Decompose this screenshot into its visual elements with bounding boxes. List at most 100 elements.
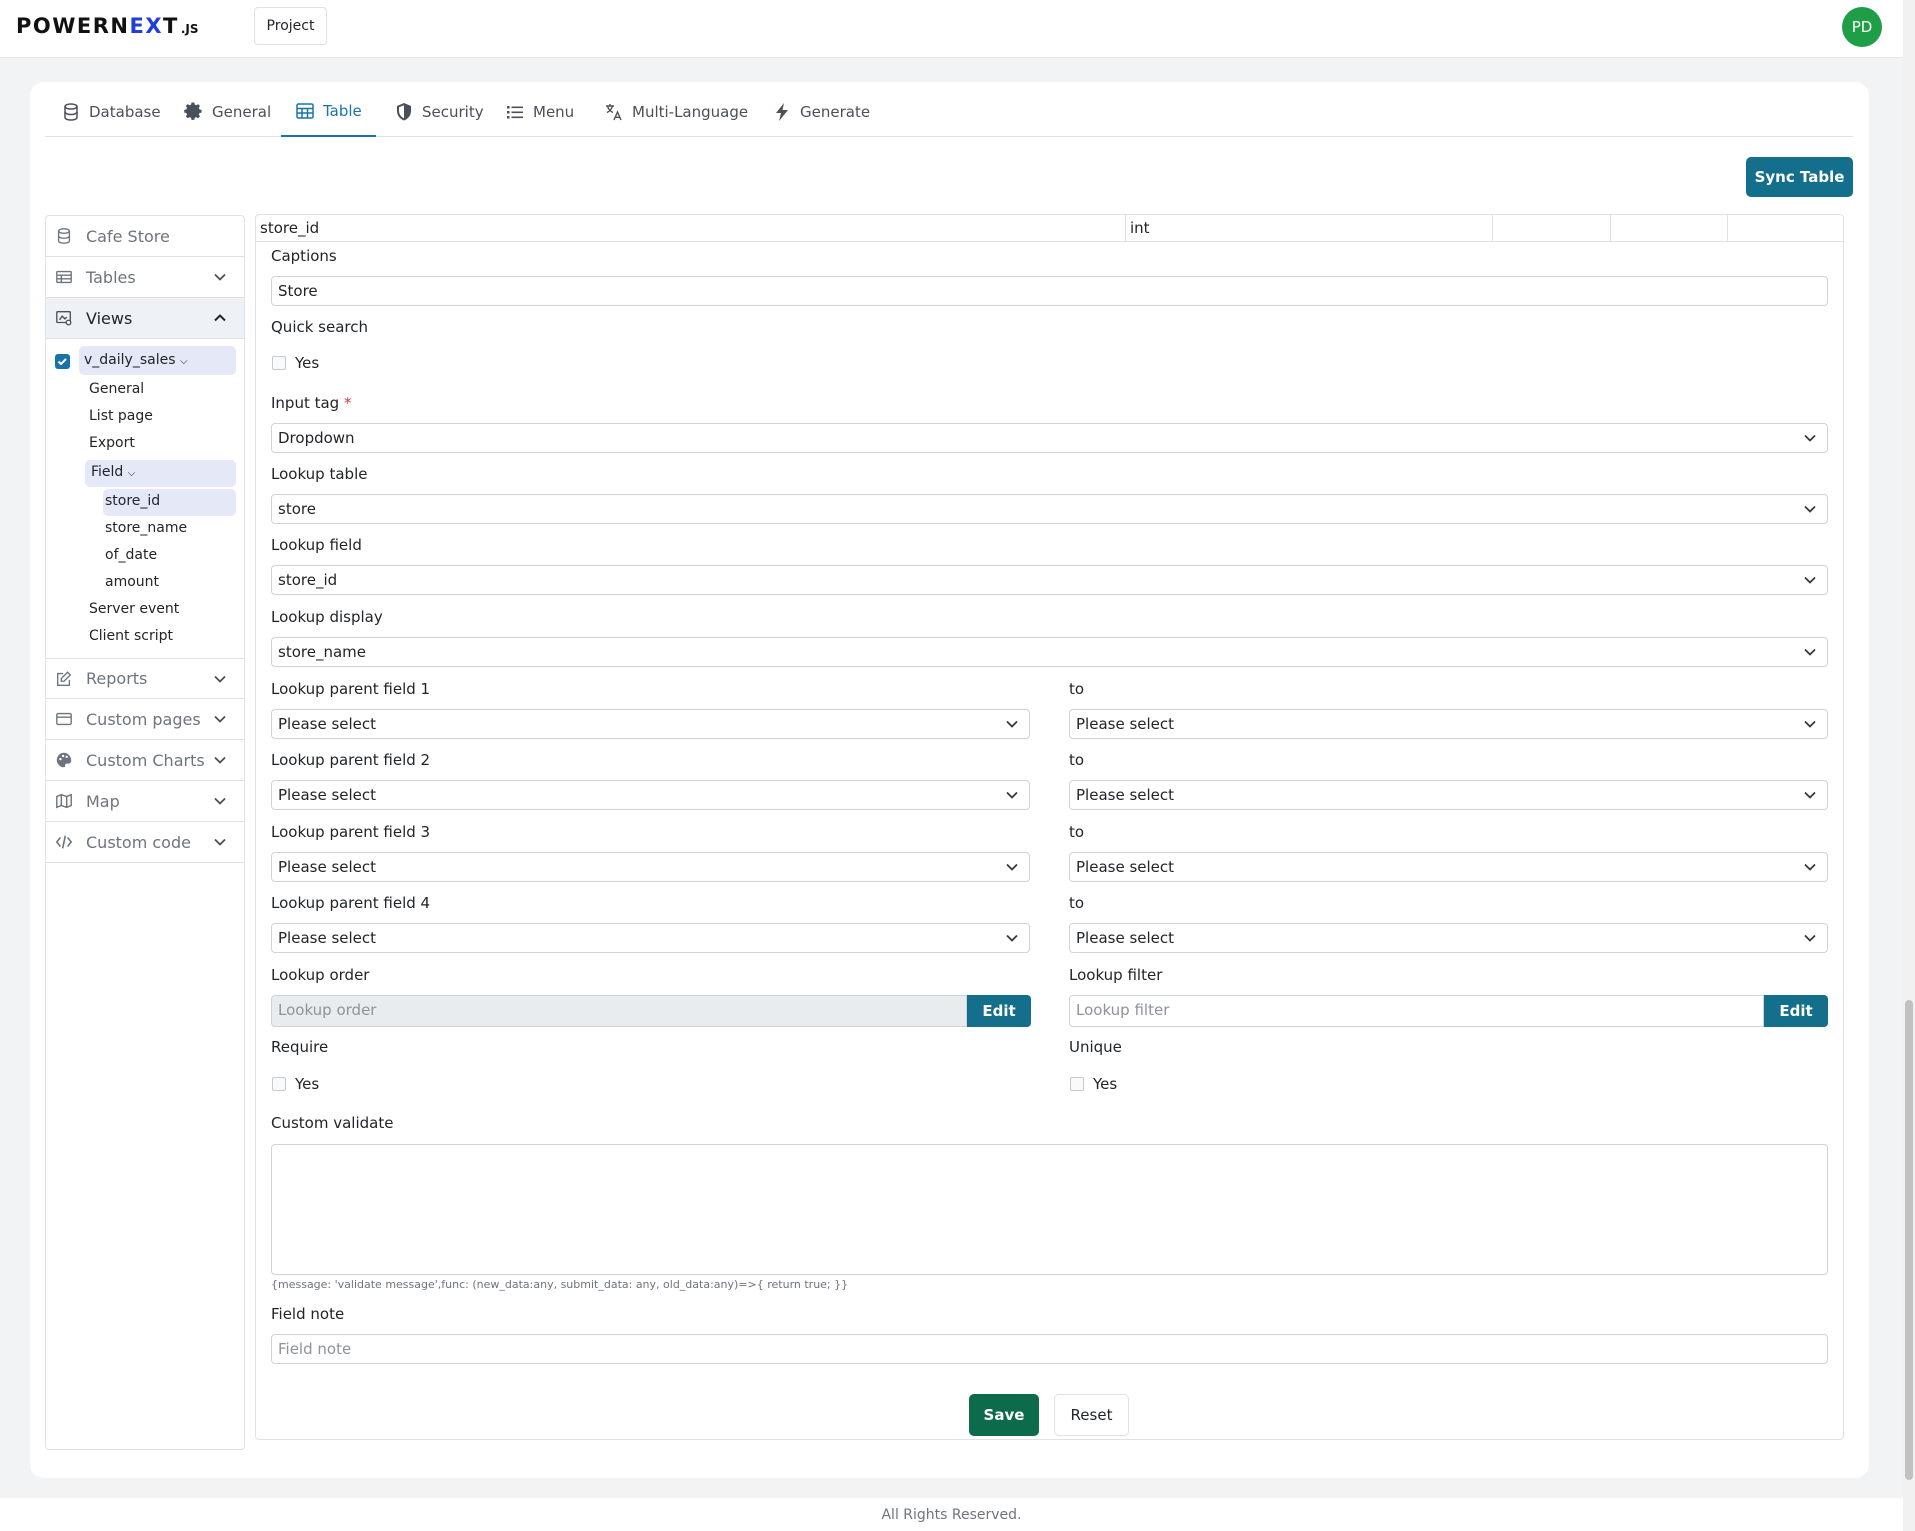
chevron-down-icon — [1006, 791, 1018, 799]
view-checkbox[interactable] — [55, 354, 70, 369]
reset-button[interactable]: Reset — [1054, 1394, 1129, 1436]
field-type-cell: int — [1126, 215, 1493, 242]
lookup-table-select[interactable]: store — [271, 494, 1828, 524]
lookup-field-label: Lookup field — [271, 536, 362, 554]
field-note-label: Field note — [271, 1305, 345, 1323]
lookup-parent-field-1-select[interactable]: Please select — [271, 709, 1030, 739]
view-item-list-page[interactable]: List page — [89, 408, 153, 424]
lookup-parent-field-1-to-select[interactable]: Please select — [1069, 709, 1828, 739]
code-icon — [55, 835, 73, 849]
quick-search-checkbox[interactable] — [272, 356, 286, 370]
lookup-field-select[interactable]: store_id — [271, 565, 1828, 595]
tab-security[interactable]: Security — [394, 87, 484, 137]
sidebar-item-label: Reports — [86, 669, 148, 688]
field-item-store-name[interactable]: store_name — [105, 520, 187, 536]
list-icon — [507, 106, 523, 119]
lookup-parent-field-1-label: Lookup parent field 1 — [271, 680, 431, 698]
lookup-parent-field-2-select[interactable]: Please select — [271, 780, 1030, 810]
tab-general[interactable]: General — [184, 87, 271, 137]
footer: All Rights Reserved. — [0, 1498, 1903, 1531]
save-button[interactable]: Save — [969, 1394, 1039, 1436]
field-group-label: Field ⌵ — [91, 464, 136, 480]
field-extra-cell — [1611, 215, 1728, 242]
lookup-display-select[interactable]: store_name — [271, 637, 1828, 667]
chevron-down-icon — [1804, 434, 1816, 442]
sidebar-item-label: Custom code — [86, 832, 191, 852]
check-icon — [57, 358, 67, 366]
unique-checkbox[interactable] — [1070, 1077, 1084, 1091]
view-item-general[interactable]: General — [89, 381, 144, 397]
lookup-filter-input[interactable]: Lookup filter — [1069, 995, 1764, 1027]
field-item-amount[interactable]: amount — [105, 574, 159, 590]
sidebar-item-label: Custom Charts — [86, 750, 205, 770]
chevron-down-icon — [1804, 576, 1816, 584]
project-button[interactable]: Project — [254, 7, 327, 45]
captions-input[interactable]: Store — [271, 276, 1828, 306]
chevron-down-icon — [214, 273, 226, 281]
lookup-parent-field-2-label: Lookup parent field 2 — [271, 751, 431, 769]
lookup-order-edit-button[interactable]: Edit — [967, 995, 1031, 1027]
sidebar-item-tables[interactable]: Tables — [46, 257, 244, 298]
sidebar-item-custom-charts[interactable]: Custom Charts — [46, 740, 244, 781]
lookup-parent-field-4-to-select[interactable]: Please select — [1069, 923, 1828, 953]
sidebar-item-custom-code[interactable]: Custom code — [46, 822, 244, 863]
custom-validate-textarea[interactable] — [271, 1144, 1828, 1275]
sidebar-item-label: Map — [86, 791, 120, 811]
tab-multi-language[interactable]: Multi-Language — [604, 87, 748, 137]
tab-label: General — [212, 103, 272, 121]
map-icon — [56, 793, 72, 809]
lookup-parent-field-3-select[interactable]: Please select — [271, 852, 1030, 882]
lookup-parent-field-3-to-select[interactable]: Please select — [1069, 852, 1828, 882]
tab-table[interactable]: Table — [281, 87, 376, 137]
chevron-down-icon — [1006, 720, 1018, 728]
field-extra-cell — [1493, 215, 1611, 242]
sidebar-item-views[interactable]: Views — [46, 298, 244, 339]
chevron-down-icon — [1804, 791, 1816, 799]
page-scrollbar[interactable] — [1903, 0, 1915, 1531]
chevron-down-icon — [1804, 648, 1816, 656]
lookup-parent-field-2-to-select[interactable]: Please select — [1069, 780, 1828, 810]
view-item-server-event[interactable]: Server event — [89, 601, 179, 617]
field-item-store-id[interactable]: store_id — [105, 493, 160, 509]
quick-search-label: Quick search — [271, 318, 369, 336]
chevron-down-icon — [214, 715, 226, 723]
tab-generate[interactable]: Generate — [772, 87, 870, 137]
logo[interactable]: POWERNEXT .JS — [16, 14, 199, 38]
tab-label: Table — [323, 102, 362, 120]
field-note-input[interactable]: Field note — [271, 1334, 1828, 1364]
custom-validate-label: Custom validate — [271, 1114, 394, 1132]
lookup-parent-field-3-label: Lookup parent field 3 — [271, 823, 431, 841]
require-checkbox[interactable] — [272, 1077, 286, 1091]
tab-database[interactable]: Database — [61, 87, 161, 137]
input-tag-select[interactable]: Dropdown — [271, 423, 1828, 453]
captions-label: Captions — [271, 247, 337, 265]
sync-table-button[interactable]: Sync Table — [1746, 157, 1853, 197]
lookup-order-input[interactable]: Lookup order — [271, 995, 967, 1027]
database-icon — [57, 228, 71, 244]
tab-menu[interactable]: Menu — [505, 87, 574, 137]
to-label: to — [1069, 751, 1085, 769]
gear-icon — [184, 102, 202, 120]
unique-yes-label: Yes — [1093, 1075, 1118, 1093]
chevron-down-icon — [1006, 863, 1018, 871]
top-bar: POWERNEXT .JS Project PD — [0, 0, 1903, 58]
lookup-filter-edit-button[interactable]: Edit — [1764, 995, 1828, 1027]
view-item-export[interactable]: Export — [89, 435, 135, 451]
lookup-parent-field-4-select[interactable]: Please select — [271, 923, 1030, 953]
card-icon — [56, 712, 72, 726]
sidebar-item-map[interactable]: Map — [46, 781, 244, 822]
sidebar-item-reports[interactable]: Reports — [46, 658, 244, 699]
view-item-client-script[interactable]: Client script — [89, 628, 173, 644]
tab-label: Database — [89, 103, 161, 121]
sidebar-item-custom-pages[interactable]: Custom pages — [46, 699, 244, 740]
chevron-down-icon — [1804, 505, 1816, 513]
quick-search-yes-label: Yes — [295, 354, 320, 372]
lookup-filter-label: Lookup filter — [1069, 966, 1163, 984]
lookup-display-label: Lookup display — [271, 608, 383, 626]
sidebar-project[interactable]: Cafe Store — [46, 216, 244, 257]
scrollbar-thumb[interactable] — [1905, 1000, 1913, 1480]
chevron-up-icon — [214, 314, 226, 322]
field-item-of-date[interactable]: of_date — [105, 547, 157, 563]
avatar[interactable]: PD — [1842, 7, 1882, 47]
unique-label: Unique — [1069, 1038, 1122, 1056]
